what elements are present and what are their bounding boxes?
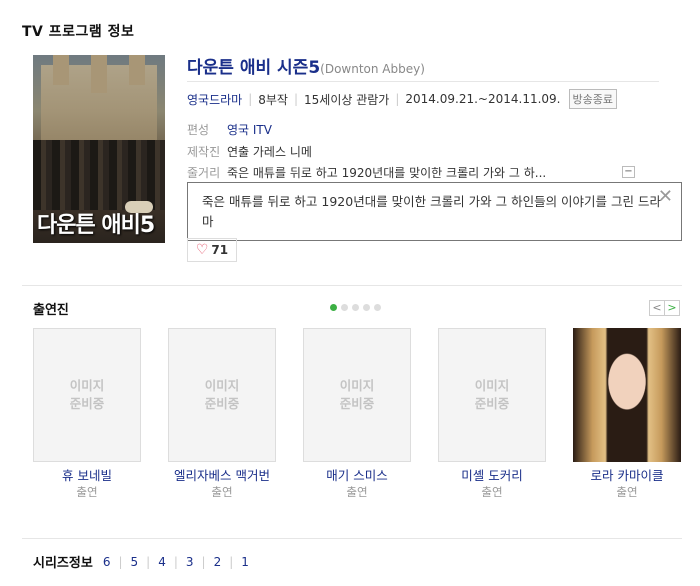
cast-photo-placeholder[interactable]: 이미지 준비중 bbox=[438, 328, 546, 462]
series-link[interactable]: 5 bbox=[110, 555, 139, 569]
cast-pager: < > bbox=[649, 300, 680, 316]
section-title: TV 프로그램 정보 bbox=[22, 24, 135, 40]
program-meta: 영국드라마 | 8부작 | 15세이상 관람가 | 2014.09.21.~20… bbox=[187, 89, 617, 109]
synopsis-text: 죽은 매튜를 뒤로 하고 1920년대를 맞이한 크롤리 가와 그 하... bbox=[227, 166, 547, 180]
status-badge: 방송종료 bbox=[568, 89, 617, 109]
section-divider bbox=[22, 538, 682, 539]
next-arrow-icon[interactable]: > bbox=[664, 300, 680, 316]
original-title: (Downton Abbey) bbox=[320, 62, 425, 76]
network-label: 편성 bbox=[187, 123, 210, 137]
series-link[interactable]: 4 bbox=[138, 555, 166, 569]
cast-card[interactable]: 로라 카마이클 출연 bbox=[573, 328, 681, 500]
poster-cast-group bbox=[33, 140, 165, 210]
network-row: 편성 영국 ITV bbox=[187, 121, 272, 138]
series-link[interactable]: 3 bbox=[166, 555, 194, 569]
cast-card[interactable]: 이미지 준비중 휴 보네빌 출연 bbox=[33, 328, 141, 500]
series-info: 시리즈정보 6 5 4 3 2 1 bbox=[33, 552, 249, 572]
program-title[interactable]: 다운튼 애비 시즌5(Downton Abbey) bbox=[187, 53, 425, 78]
network-link[interactable]: 영국 ITV bbox=[227, 121, 272, 138]
cast-role: 출연 bbox=[76, 485, 98, 499]
page-dot[interactable] bbox=[374, 304, 381, 311]
close-icon[interactable]: ✕ bbox=[658, 187, 673, 207]
page-dot[interactable] bbox=[363, 304, 370, 311]
cast-section-title: 출연진 bbox=[33, 303, 69, 318]
cast-role: 출연 bbox=[346, 485, 368, 499]
section-divider bbox=[22, 285, 682, 286]
cast-role: 출연 bbox=[481, 485, 503, 499]
series-link[interactable]: 6 bbox=[103, 555, 111, 569]
synopsis-full-text: 죽은 매튜를 뒤로 하고 1920년대를 맞이한 크롤리 가와 그 하인들의 이… bbox=[202, 194, 661, 229]
like-button[interactable]: ♡ 71 bbox=[187, 238, 237, 262]
program-poster[interactable]: 다운튼 애비5 bbox=[33, 55, 165, 243]
cast-name[interactable]: 엘리자베스 맥거번 bbox=[168, 468, 276, 484]
cast-card[interactable]: 이미지 준비중 미셸 도커리 출연 bbox=[438, 328, 546, 500]
staff-label: 제작진 bbox=[187, 145, 221, 159]
synopsis-row: 줄거리 죽은 매튜를 뒤로 하고 1920년대를 맞이한 크롤리 가와 그 하.… bbox=[187, 164, 546, 181]
cast-photo-placeholder[interactable]: 이미지 준비중 bbox=[303, 328, 411, 462]
cast-photo[interactable] bbox=[573, 328, 681, 462]
heart-icon: ♡ bbox=[195, 242, 209, 258]
cast-name[interactable]: 미셸 도커리 bbox=[438, 468, 546, 484]
like-count: 71 bbox=[211, 243, 229, 257]
cast-photo-placeholder[interactable]: 이미지 준비중 bbox=[168, 328, 276, 462]
page-dot[interactable] bbox=[352, 304, 359, 311]
genre-link[interactable]: 영국드라마 bbox=[187, 91, 242, 108]
cast-role: 출연 bbox=[211, 485, 233, 499]
series-label: 시리즈정보 bbox=[33, 556, 93, 571]
synopsis-popup: 죽은 매튜를 뒤로 하고 1920년대를 맞이한 크롤리 가와 그 하인들의 이… bbox=[187, 182, 682, 241]
synopsis-toggle-button[interactable]: − bbox=[622, 166, 635, 178]
air-period: 2014.09.21.~2014.11.09. bbox=[405, 92, 561, 106]
page-dot[interactable] bbox=[341, 304, 348, 311]
page-dot[interactable] bbox=[330, 304, 337, 311]
cast-name[interactable]: 매기 스미스 bbox=[303, 468, 411, 484]
cast-role: 출연 bbox=[616, 485, 638, 499]
poster-title: 다운튼 애비5 bbox=[37, 213, 155, 238]
cast-page-dots bbox=[330, 304, 381, 311]
cast-card[interactable]: 이미지 준비중 엘리자베스 맥거번 출연 bbox=[168, 328, 276, 500]
cast-name[interactable]: 휴 보네빌 bbox=[33, 468, 141, 484]
staff-value: 연출 가레스 니메 bbox=[227, 145, 312, 159]
cast-name[interactable]: 로라 카마이클 bbox=[573, 468, 681, 484]
series-link[interactable]: 1 bbox=[221, 555, 249, 569]
divider bbox=[187, 81, 659, 82]
rating: 15세이상 관람가 bbox=[304, 92, 390, 107]
staff-row: 제작진 연출 가레스 니메 bbox=[187, 143, 312, 160]
cast-card[interactable]: 이미지 준비중 매기 스미스 출연 bbox=[303, 328, 411, 500]
prev-arrow-icon[interactable]: < bbox=[649, 300, 665, 316]
series-link[interactable]: 2 bbox=[194, 555, 222, 569]
cast-photo-placeholder[interactable]: 이미지 준비중 bbox=[33, 328, 141, 462]
episodes: 8부작 bbox=[258, 92, 288, 107]
synopsis-label: 줄거리 bbox=[187, 166, 221, 180]
